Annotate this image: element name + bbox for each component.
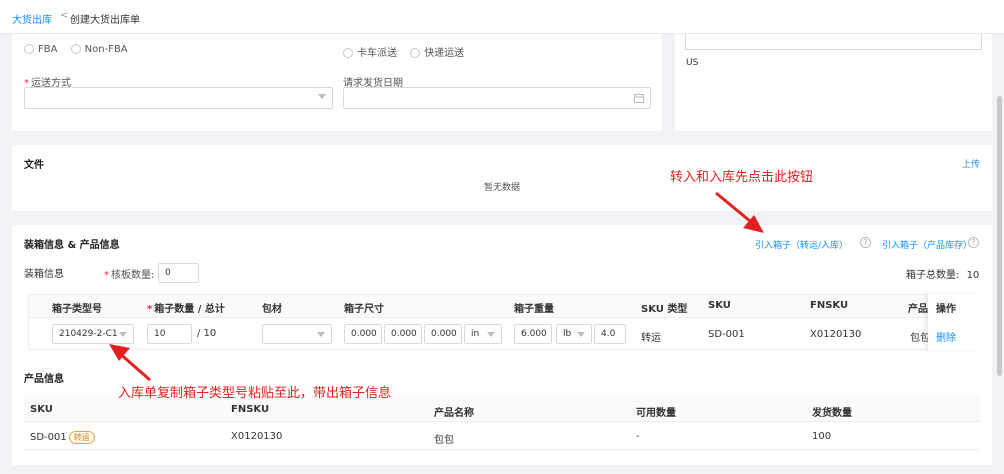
arrow-icon — [715, 191, 764, 233]
annotation-arrows — [109, 191, 764, 382]
arrow-icon — [109, 344, 151, 382]
